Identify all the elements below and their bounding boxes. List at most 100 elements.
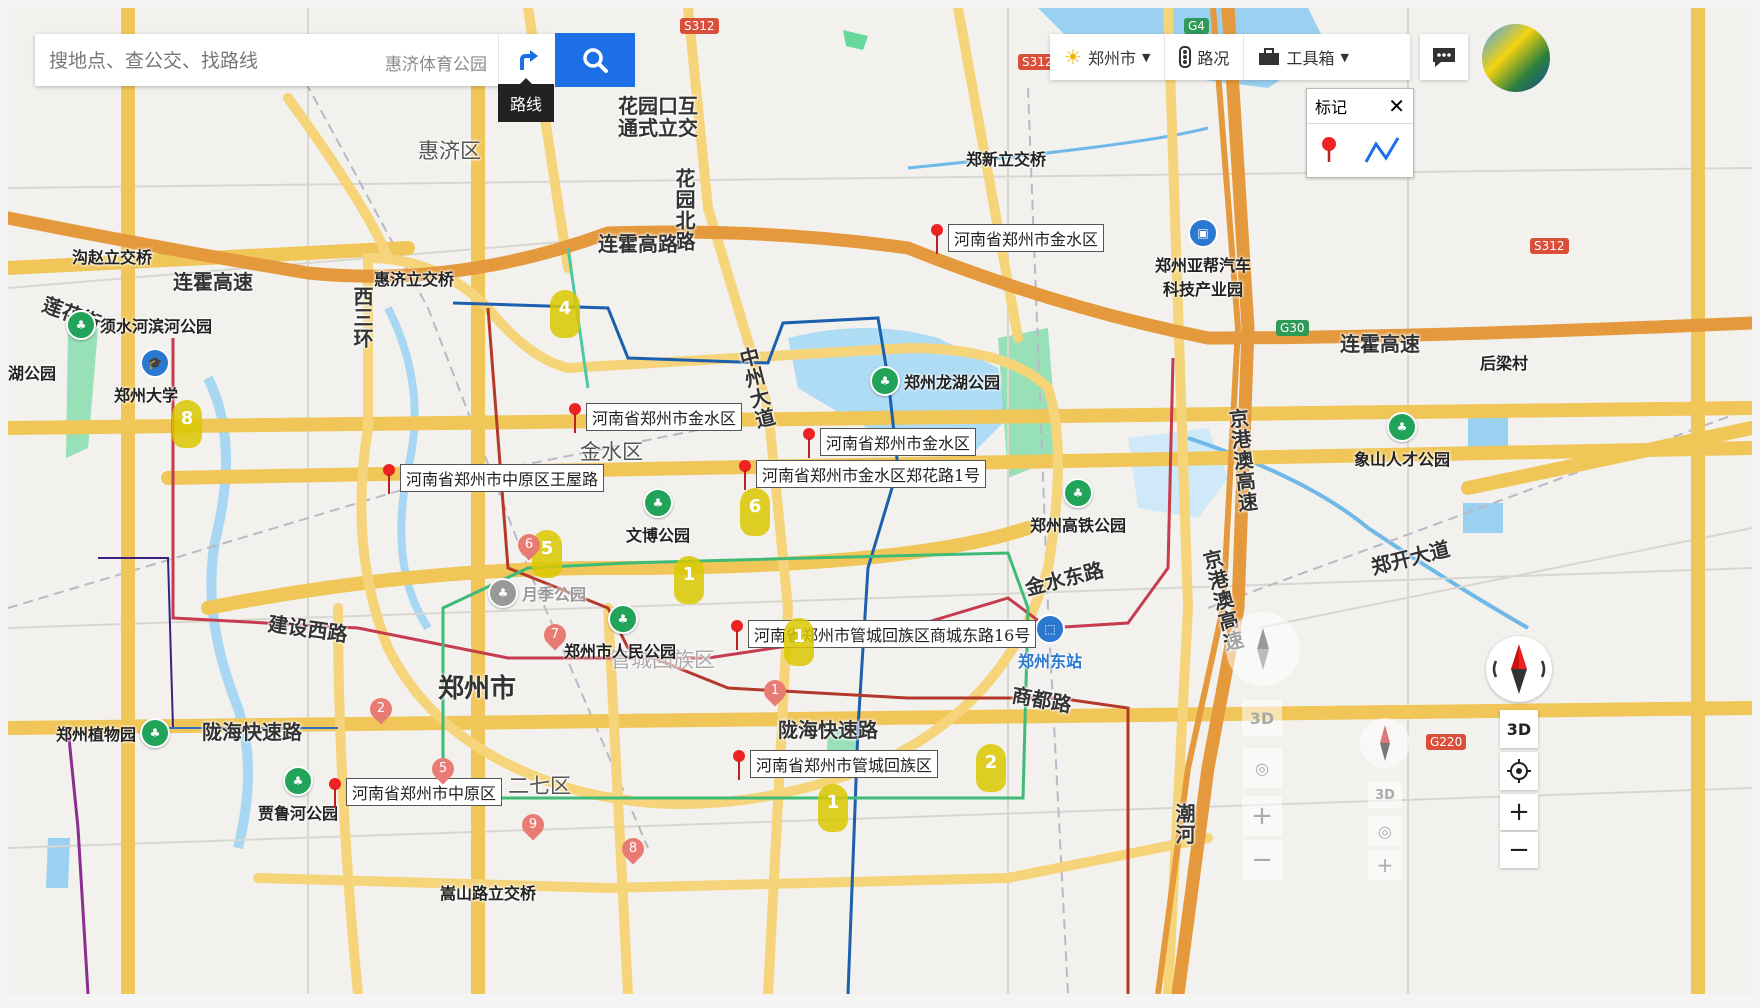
road-label: 连霍高路 [598, 232, 678, 256]
ghost-zoom-out: − [1242, 840, 1282, 880]
location-marker[interactable]: 河南省郑州市中原区 [328, 778, 503, 810]
red-numbered-pin[interactable]: 1 [759, 675, 791, 707]
poi-university[interactable]: 🎓 郑州大学 [114, 348, 178, 406]
zoom-out-button[interactable]: − [1500, 832, 1538, 868]
locate-icon: ◎ [1378, 821, 1392, 841]
red-numbered-pin[interactable]: 8 [617, 833, 649, 865]
traffic-button[interactable]: 路况 [1165, 34, 1245, 80]
chat-bubble-icon [1433, 48, 1455, 67]
red-numbered-pin[interactable]: 7 [539, 619, 571, 651]
highway-shield: G220 [1426, 734, 1467, 750]
district-label: 二七区 [508, 774, 571, 798]
message-button[interactable] [1420, 34, 1468, 80]
village-label: 后梁村 [1480, 354, 1529, 373]
traffic-light-icon [1179, 46, 1192, 68]
road-label: 沟赵立交桥 [72, 248, 153, 267]
ghost-zoom-in: + [1242, 796, 1282, 836]
red-numbered-pin[interactable]: 9 [517, 809, 549, 841]
location-marker[interactable]: 河南省郑州市管城回族区 [732, 750, 939, 782]
park-icon: ♣ [608, 604, 638, 634]
mark-line-icon[interactable] [1364, 136, 1400, 164]
search-icon [583, 48, 608, 73]
red-numbered-pin[interactable]: 2 [365, 693, 397, 725]
locate-button[interactable] [1500, 752, 1538, 790]
search-input[interactable] [47, 46, 351, 76]
park-icon: ♣ [66, 310, 96, 340]
location-marker[interactable]: 河南省郑州市中原区王屋路 [382, 464, 605, 496]
highway-shield: G30 [1276, 320, 1309, 336]
search-ghost-text: 惠济体育公园 [385, 55, 487, 75]
yellow-numbered-pin[interactable]: 1 [784, 618, 814, 666]
yellow-numbered-pin[interactable]: 8 [172, 400, 202, 448]
mark-panel-title: 标记 [1315, 98, 1348, 117]
zoom-in-button[interactable]: + [1500, 794, 1538, 830]
ghost-3d: 3D [1242, 700, 1282, 736]
red-numbered-pin[interactable]: 5 [427, 753, 459, 785]
city-label: 郑州市 [438, 674, 517, 704]
compass-icon [1257, 628, 1269, 670]
ghost-3d-small: 3D [1368, 782, 1402, 808]
poi-park[interactable]: ♣ 象山人才公园 [1354, 412, 1450, 470]
map-pin-icon [382, 464, 396, 496]
poi-park[interactable]: ♣ 郑州龙湖公园 [870, 366, 1000, 396]
poi-park[interactable]: ♣ 郑州高铁公园 [1030, 478, 1126, 536]
poi-park[interactable]: ♣ 文博公园 [626, 488, 690, 546]
location-marker[interactable]: 河南省郑州市金水区 [930, 224, 1105, 256]
compass-control[interactable] [1486, 636, 1552, 702]
road-label: 潮河 [1172, 803, 1196, 845]
road-label: 通式立交 [618, 116, 698, 140]
compass-icon [1380, 725, 1390, 761]
yellow-numbered-pin[interactable]: 6 [740, 488, 770, 536]
road-label: 陇海快速路 [202, 720, 302, 744]
toolbox-icon [1259, 48, 1280, 65]
mark-point-icon[interactable] [1320, 136, 1338, 164]
route-arrow-icon [520, 50, 538, 70]
road-label: 嵩山路立交桥 [440, 884, 537, 903]
poi-park[interactable]: ♣ 郑州植物园 [56, 718, 171, 748]
location-marker[interactable]: 河南省郑州市金水区郑花路1号 [738, 460, 987, 492]
park-icon: ♣ [1063, 478, 1093, 508]
locate-icon: ◎ [1255, 758, 1269, 778]
3d-button[interactable]: 3D [1500, 710, 1538, 748]
red-numbered-pin[interactable]: 6 [513, 529, 545, 561]
locate-icon [1507, 759, 1531, 783]
map-canvas[interactable]: 惠济区 金水区 管城回族区 二七区 郑州市 花园口互 通式立交 花园北路 连霍高… [8, 8, 1752, 994]
user-avatar[interactable] [1482, 24, 1550, 92]
ghost-zoom-in-small: + [1368, 850, 1402, 880]
road-label: 西三环 [350, 286, 374, 349]
search-button[interactable] [555, 33, 635, 87]
toolbox-button[interactable]: 工具箱 ▼ [1244, 34, 1362, 80]
map-pin-icon [328, 778, 342, 810]
yellow-numbered-pin[interactable]: 1 [818, 784, 848, 832]
route-tooltip: 路线 [498, 78, 554, 122]
map-pin-icon [568, 403, 582, 435]
poi-institute[interactable]: ▣ 郑州亚帮汽车科技产业园 [1148, 218, 1258, 300]
park-icon: ♣ [1387, 412, 1417, 442]
yellow-numbered-pin[interactable]: 1 [674, 556, 704, 604]
park-icon: ♣ [283, 766, 313, 796]
chevron-down-icon: ▼ [1340, 50, 1349, 64]
highway-shield: S312 [680, 18, 719, 34]
park-icon: ♣ [140, 718, 171, 748]
ghost-compass [1226, 612, 1300, 686]
park-icon: ♣ [488, 578, 518, 608]
district-label: 金水区 [580, 440, 643, 464]
map-pin-icon [730, 620, 744, 652]
location-marker[interactable]: 河南省郑州市金水区 [568, 403, 743, 435]
poi-park[interactable]: ♣ 贾鲁河公园 [258, 766, 338, 824]
chevron-down-icon: ▼ [1141, 50, 1151, 64]
yellow-numbered-pin[interactable]: 2 [976, 744, 1006, 792]
city-selector[interactable]: ☀ 郑州市 ▼ [1050, 34, 1166, 80]
road-label: 郑新立交桥 [966, 150, 1047, 169]
road-label: 惠济立交桥 [374, 270, 455, 289]
poi-park[interactable]: ♣ 郑州市人民公园 [564, 604, 676, 662]
road-label: 连霍高速 [173, 270, 253, 294]
yellow-numbered-pin[interactable]: 4 [550, 290, 580, 338]
highway-shield: G4 [1184, 18, 1209, 34]
poi-park[interactable]: ♣ 须水河滨河公园 [66, 310, 212, 340]
location-marker[interactable]: 河南省郑州市管城回族区商城东路16号 [730, 620, 1037, 652]
compass-icon [1492, 644, 1546, 694]
close-icon[interactable]: ✕ [1388, 94, 1405, 118]
sun-icon: ☀ [1064, 45, 1082, 69]
location-marker[interactable]: 河南省郑州市金水区 [802, 428, 977, 460]
